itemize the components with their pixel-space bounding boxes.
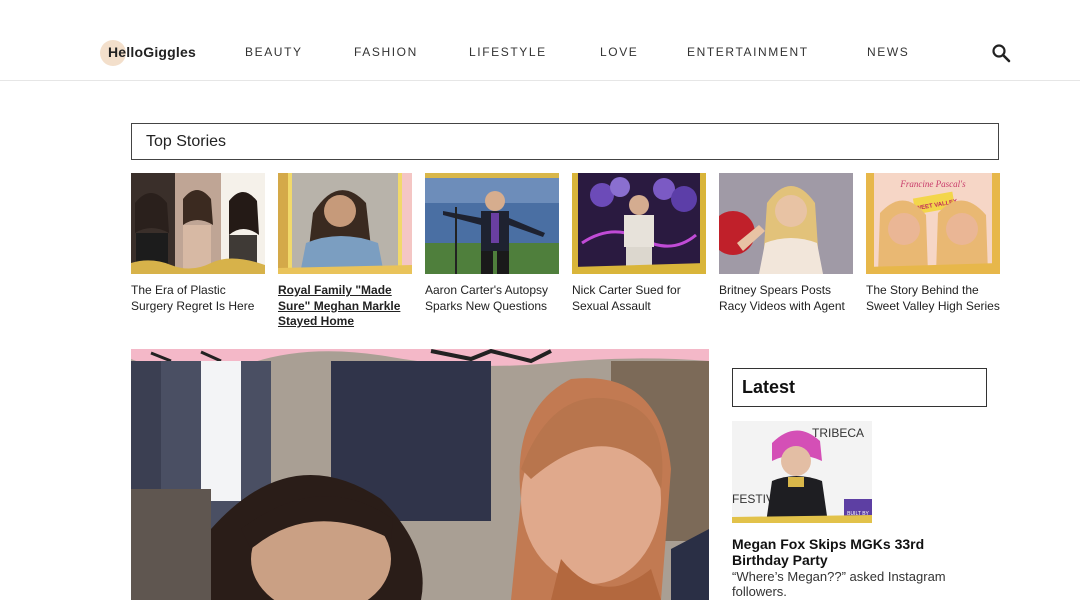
story-thumbnail[interactable] <box>425 173 559 274</box>
nav-love[interactable]: LOVE <box>600 45 638 59</box>
story-title[interactable]: Aaron Carter's Autopsy Sparks New Questi… <box>425 283 559 314</box>
search-icon[interactable] <box>991 43 1011 63</box>
story-title[interactable]: Nick Carter Sued for Sexual Assault <box>572 283 706 314</box>
story-thumbnail[interactable] <box>719 173 853 274</box>
latest-heading: Latest <box>732 368 987 407</box>
latest-article-description: “Where’s Megan??” asked Instagram follow… <box>732 569 946 599</box>
hero-image[interactable] <box>131 349 709 600</box>
top-stories-heading: Top Stories <box>131 123 999 160</box>
nav-news[interactable]: NEWS <box>867 45 909 59</box>
logo-text: HelloGiggles <box>108 44 196 60</box>
story-title[interactable]: The Story Behind the Sweet Valley High S… <box>866 283 1000 314</box>
latest-article-title[interactable]: Megan Fox Skips MGKs 33rd Birthday Party <box>732 536 982 568</box>
story-title[interactable]: Britney Spears Posts Racy Videos with Ag… <box>719 283 853 314</box>
story-card[interactable]: Royal Family "Made Sure" Meghan Markle S… <box>278 173 412 330</box>
thumb-text-francine: Francine Pascal's <box>899 179 966 189</box>
story-title[interactable]: The Era of Plastic Surgery Regret Is Her… <box>131 283 265 314</box>
story-card[interactable]: Aaron Carter's Autopsy Sparks New Questi… <box>425 173 559 314</box>
nav-fashion[interactable]: FASHION <box>354 45 418 59</box>
nav-entertainment[interactable]: ENTERTAINMENT <box>687 45 809 59</box>
story-card[interactable]: Britney Spears Posts Racy Videos with Ag… <box>719 173 853 314</box>
thumb-text-tribeca: TRIBECA <box>812 426 864 440</box>
nav-lifestyle[interactable]: LIFESTYLE <box>469 45 547 59</box>
story-thumbnail[interactable]: Francine Pascal's SWEET VALLEY <box>866 173 1000 274</box>
story-title[interactable]: Royal Family "Made Sure" Meghan Markle S… <box>278 283 412 330</box>
story-thumbnail[interactable] <box>131 173 265 274</box>
story-card[interactable]: Francine Pascal's SWEET VALLEY The Story… <box>866 173 1000 314</box>
site-header: HelloGiggles BEAUTY FASHION LIFESTYLE LO… <box>0 0 1080 81</box>
latest-thumbnail[interactable]: TRIBECA FESTIVAL BUILT BY <box>732 421 872 523</box>
story-card[interactable]: The Era of Plastic Surgery Regret Is Her… <box>131 173 265 314</box>
story-thumbnail[interactable] <box>278 173 412 274</box>
nav-beauty[interactable]: BEAUTY <box>245 45 303 59</box>
story-card[interactable]: Nick Carter Sued for Sexual Assault <box>572 173 706 314</box>
top-stories-label: Top Stories <box>146 133 227 150</box>
latest-label: Latest <box>742 377 796 397</box>
story-thumbnail[interactable] <box>572 173 706 274</box>
